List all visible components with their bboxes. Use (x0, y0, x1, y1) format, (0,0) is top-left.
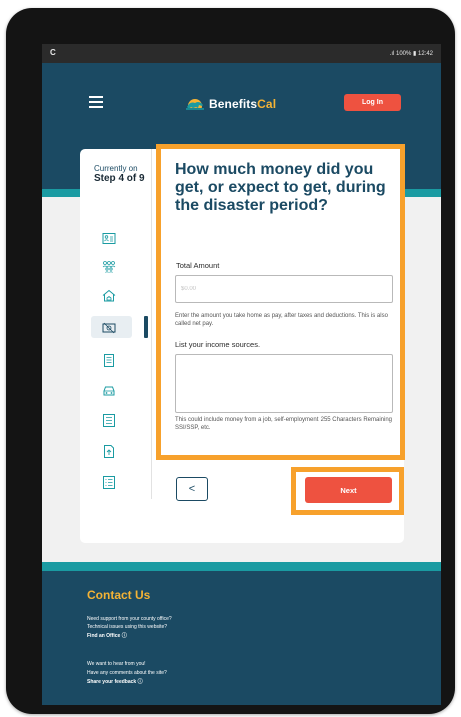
checklist-icon[interactable] (102, 476, 116, 489)
status-bar-right: .ıl 100% ▮ 12:42 (390, 50, 433, 57)
benefitscal-logo[interactable]: BenefitsCal (184, 94, 276, 114)
people-icon[interactable] (102, 260, 116, 273)
id-card-icon[interactable] (102, 232, 116, 245)
battery-time: 100% ▮ 12:42 (396, 51, 433, 57)
next-button[interactable]: Next (305, 477, 392, 503)
login-button[interactable]: Log In (344, 94, 401, 111)
tablet-frame: C .ıl 100% ▮ 12:42 BenefitsCal Log In Cu… (6, 8, 455, 714)
footer-line-technical: Technical issues using this website? (87, 624, 168, 630)
document-icon[interactable] (102, 354, 116, 367)
active-step-indicator (144, 316, 148, 338)
income-sources-label: List your income sources. (175, 340, 261, 349)
footer-line-county: Need support from your county office? (87, 616, 172, 622)
footer-line-hear: We want to hear from you! (87, 661, 146, 667)
house-icon[interactable] (102, 289, 116, 302)
total-amount-helper: Enter the amount you take home as pay, a… (175, 313, 388, 327)
logo-word: Benefits (209, 97, 258, 111)
find-office-link[interactable]: Find an Office ⓘ (87, 633, 127, 639)
bear-sun-icon (184, 99, 206, 112)
teal-divider-bottom (42, 562, 441, 571)
stepper-label: Currently on Step 4 of 9 (94, 164, 149, 184)
contact-us-heading: Contact Us (87, 588, 151, 602)
question-heading: How much money did you get, or expect to… (175, 161, 386, 214)
sidebar-divider (151, 149, 152, 499)
total-amount-label: Total Amount (176, 261, 220, 270)
characters-remaining: 255 Characters Remaining (318, 416, 392, 424)
logo-word-accent: Cal (257, 97, 277, 111)
status-bar: C .ıl 100% ▮ 12:42 (42, 44, 441, 63)
notification-icon: C (50, 48, 56, 57)
hamburger-menu-icon[interactable] (89, 96, 103, 108)
find-office-label: Find an Office (87, 633, 121, 639)
money-icon[interactable] (102, 321, 116, 334)
screen: C .ıl 100% ▮ 12:42 BenefitsCal Log In Cu… (42, 44, 441, 705)
app-header: BenefitsCal Log In (42, 63, 441, 145)
share-feedback-link[interactable]: Share your feedback ⓘ (87, 679, 143, 685)
car-icon[interactable] (102, 384, 116, 397)
share-feedback-label: Share your feedback (87, 679, 137, 685)
upload-icon[interactable] (102, 445, 116, 458)
total-amount-input[interactable] (175, 275, 393, 303)
step-count: Step 4 of 9 (94, 173, 145, 184)
footer-line-comments: Have any comments about the site? (87, 670, 167, 676)
external-link-icon: ⓘ (137, 679, 143, 685)
income-sources-textarea[interactable] (175, 354, 393, 413)
currently-on-text: Currently on (94, 164, 138, 173)
external-link-icon: ⓘ (121, 633, 127, 639)
back-button[interactable]: < (176, 477, 208, 501)
list-icon[interactable] (102, 414, 116, 427)
